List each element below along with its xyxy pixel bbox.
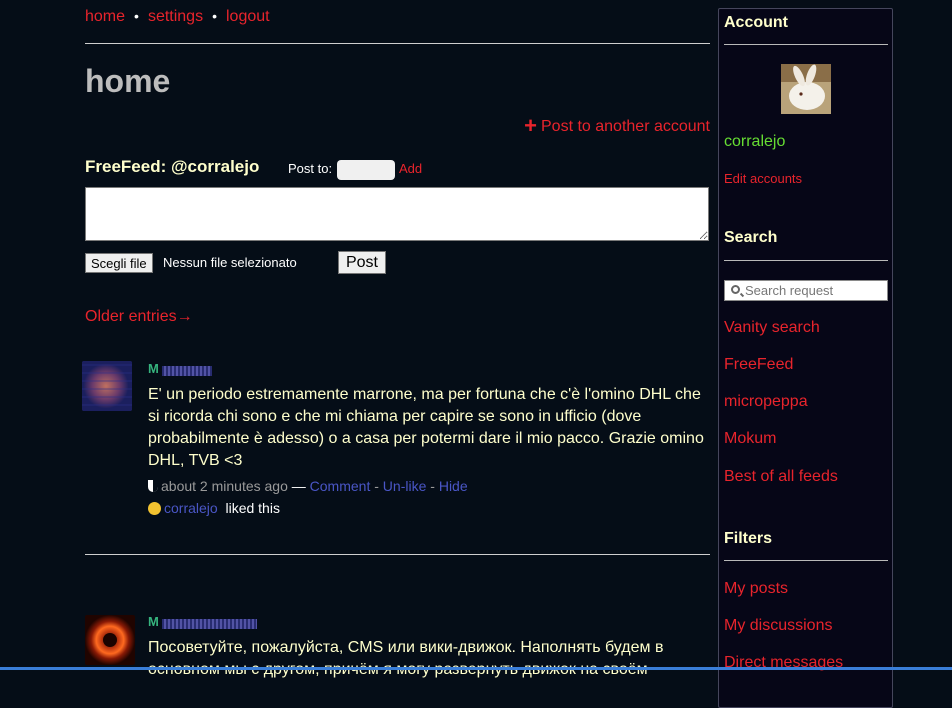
hide-link[interactable]: Hide <box>439 478 468 494</box>
sidebar-divider <box>724 560 888 561</box>
entry-timestamp[interactable]: about 2 minutes ago <box>161 478 288 494</box>
comment-link[interactable]: Comment <box>310 478 371 494</box>
composer-title: FreeFeed: @corralejo <box>85 157 260 176</box>
add-recipient-link[interactable]: Add <box>399 161 422 176</box>
choose-file-button[interactable]: Scegli file <box>85 253 153 273</box>
search-icon <box>731 285 740 294</box>
post-to-another-account-link[interactable]: + Post to another account <box>524 113 710 139</box>
smiley-icon <box>148 502 161 515</box>
post-button[interactable]: Post <box>338 251 386 274</box>
top-nav: home • settings • logout <box>85 8 270 26</box>
entry-author-avatar[interactable] <box>85 615 135 665</box>
older-entries-link[interactable]: Older entries→ <box>85 308 193 326</box>
meta-separator: - <box>374 478 379 494</box>
nav-logout-link[interactable]: logout <box>226 8 270 26</box>
page-title: home <box>85 63 171 99</box>
service-m-icon: M <box>148 614 159 629</box>
search-box[interactable] <box>724 280 888 301</box>
entry-body: E' un periodo estremamente marrone, ma p… <box>148 386 704 469</box>
entry-likes: corralejo liked this <box>148 500 280 516</box>
nav-home-link[interactable]: home <box>85 8 125 26</box>
search-input[interactable] <box>745 282 885 299</box>
search-link-mokum[interactable]: Mokum <box>724 430 776 448</box>
liker-link[interactable]: corralejo <box>164 500 218 516</box>
entry-body: Посоветуйте, пожалуйста, CMS или вики-дв… <box>148 639 664 678</box>
account-heading: Account <box>724 14 788 31</box>
unlike-link[interactable]: Un-like <box>383 478 427 494</box>
entry-author-avatar[interactable] <box>82 361 132 411</box>
shield-icon <box>148 480 158 492</box>
search-heading: Search <box>724 229 778 246</box>
account-username[interactable]: corralejo <box>724 133 785 151</box>
sidebar: Account corralejo Edit accounts Search V… <box>718 8 893 708</box>
liked-this-text: liked this <box>225 500 280 516</box>
service-m-icon: M <box>148 361 159 376</box>
edit-accounts-link[interactable]: Edit accounts <box>724 171 802 186</box>
post-to-recipient-chip[interactable] <box>337 160 395 180</box>
meta-dash: — <box>291 478 306 494</box>
search-link-micropeppa[interactable]: micropeppa <box>724 393 808 411</box>
nav-settings-link[interactable]: settings <box>148 8 203 26</box>
post-to-another-account-label: Post to another account <box>541 118 710 135</box>
filter-link-my-posts[interactable]: My posts <box>724 580 788 598</box>
entry-author-name[interactable] <box>162 619 257 629</box>
entry-author-name[interactable] <box>162 366 212 376</box>
search-link-best-of-all-feeds[interactable]: Best of all feeds <box>724 468 838 486</box>
nav-separator: • <box>212 8 217 24</box>
meta-separator: - <box>430 478 435 494</box>
nav-separator: • <box>134 8 139 24</box>
search-link-freefeed[interactable]: FreeFeed <box>724 356 793 374</box>
sidebar-divider <box>724 44 888 45</box>
header-divider <box>85 43 710 44</box>
account-avatar[interactable] <box>781 64 831 114</box>
file-status-text: Nessun file selezionato <box>163 255 297 270</box>
plus-icon: + <box>524 113 537 138</box>
filter-link-my-discussions[interactable]: My discussions <box>724 617 832 635</box>
filters-heading: Filters <box>724 530 773 547</box>
sidebar-divider <box>724 260 888 261</box>
post-textarea[interactable] <box>85 187 709 241</box>
search-link-vanity-search[interactable]: Vanity search <box>724 319 820 337</box>
entry-meta: about 2 minutes ago — Comment - Un-like … <box>148 478 468 494</box>
post-to-label: Post to: <box>288 161 333 176</box>
entry-divider <box>85 554 710 555</box>
